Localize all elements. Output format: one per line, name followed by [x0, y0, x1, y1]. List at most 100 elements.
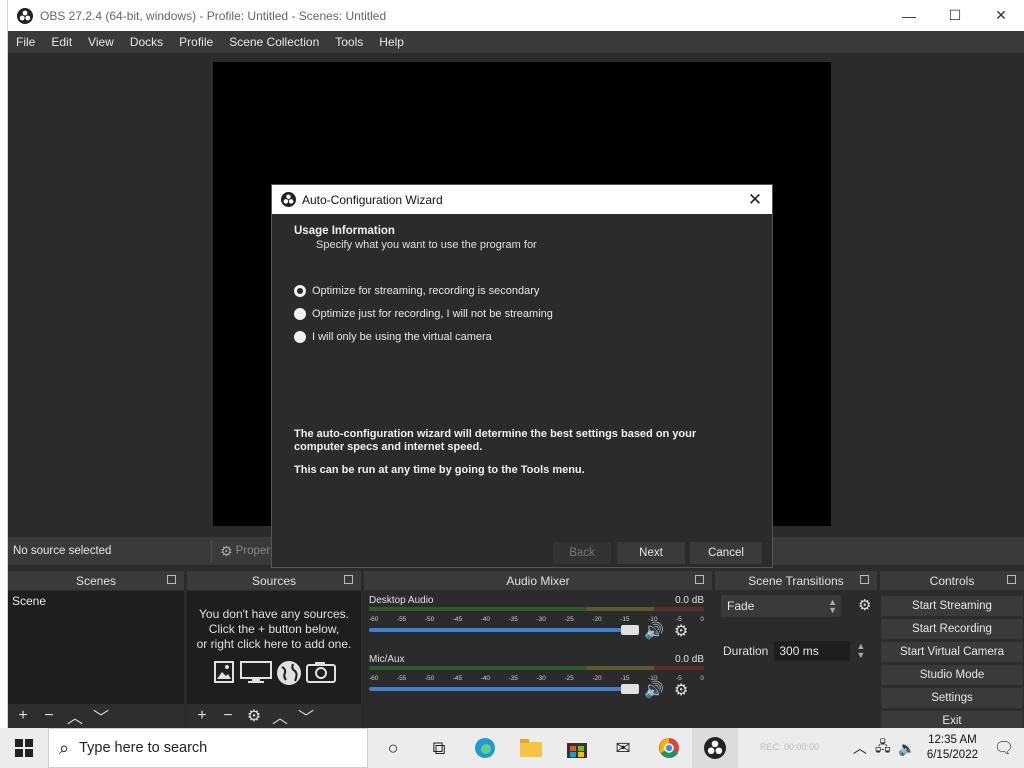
menu-edit[interactable]: Edit [43, 35, 80, 49]
float-dock-icon[interactable] [167, 575, 176, 584]
volume-icon[interactable]: 🔉 [895, 728, 919, 768]
next-button[interactable]: Next [617, 542, 685, 564]
search-placeholder: Type here to search [79, 740, 208, 756]
float-dock-icon[interactable] [860, 575, 869, 584]
add-scene-icon[interactable]: + [14, 707, 32, 725]
menu-help[interactable]: Help [371, 35, 412, 49]
sources-toolbar: + − ⚙ ︿ ﹀ [187, 704, 361, 728]
scene-item[interactable]: Scene [8, 591, 184, 611]
option-virtual-camera[interactable]: I will only be using the virtual camera [294, 331, 492, 343]
globe-icon [277, 661, 301, 685]
obs-taskbar-icon[interactable] [692, 728, 738, 768]
desktop-audio-channel: Desktop Audio 0.0 dB -60 -55 -50 -45 -40 -35-… [369, 595, 704, 649]
duration-input[interactable]: 300 ms [774, 641, 851, 661]
mic-aux-channel: Mic/Aux 0.0 dB -60 -55 -50 -45 -40 -35 -30 -25-… [369, 654, 704, 708]
menu-profile[interactable]: Profile [171, 35, 221, 49]
store-icon[interactable] [554, 728, 600, 768]
no-sources-message: You don't have any sources. Click the + … [187, 591, 361, 686]
windows-taskbar: ⌕ Type here to search ○ ⧉ ✉ REC: 00:00:0… [0, 728, 1024, 768]
audio-mixer-title: Audio Mixer [506, 573, 570, 588]
move-up-icon[interactable]: ︿ [66, 704, 84, 728]
float-dock-icon[interactable] [1007, 575, 1016, 584]
notifications-icon[interactable]: 🗨 [984, 728, 1024, 768]
float-dock-icon[interactable] [344, 575, 353, 584]
start-recording-button[interactable]: Start Recording [881, 619, 1023, 639]
task-view-icon[interactable]: ⧉ [416, 728, 462, 768]
menu-scene-collection[interactable]: Scene Collection [221, 35, 327, 49]
scenes-header: Scenes [8, 571, 184, 590]
volume-slider-handle[interactable] [621, 625, 639, 635]
close-icon[interactable]: ✕ [746, 190, 764, 210]
sources-list[interactable]: You don't have any sources. Click the + … [187, 591, 361, 728]
transition-gear-icon[interactable]: ⚙ [858, 596, 871, 614]
settings-button[interactable]: Settings [881, 688, 1023, 708]
maximize-button[interactable]: ☐ [932, 0, 978, 31]
float-dock-icon[interactable] [695, 575, 704, 584]
sources-header: Sources [187, 571, 361, 590]
back-button[interactable]: Back [553, 542, 611, 564]
scenes-list: Scene + − ︿ ﹀ [8, 591, 184, 728]
duration-spinner-icon[interactable]: ▲ ▼ [856, 642, 865, 660]
usage-heading: Usage Information [294, 225, 395, 237]
source-type-icons [187, 660, 361, 686]
menu-view[interactable]: View [80, 35, 122, 49]
properties-button[interactable]: ⚙ Propert [211, 540, 281, 562]
option-recording[interactable]: Optimize just for recording, I will not … [294, 308, 553, 320]
camera-icon [306, 662, 336, 683]
scene-transitions-body: Fade ▲ ▼ Duration 300 ms ▲ ▼ [715, 591, 877, 728]
minimize-button[interactable]: — [886, 0, 932, 31]
add-source-icon[interactable]: + [193, 707, 211, 725]
remove-source-icon[interactable]: − [219, 707, 237, 725]
start-virtual-camera-button[interactable]: Start Virtual Camera [881, 642, 1023, 662]
network-icon[interactable]: 🖧 [871, 728, 895, 768]
radio-button[interactable] [294, 308, 306, 320]
mail-icon[interactable]: ✉ [600, 728, 646, 768]
gear-icon: ⚙ [220, 542, 233, 559]
edge-icon[interactable] [462, 728, 508, 768]
controls-header: Controls [880, 571, 1024, 590]
file-explorer-icon[interactable] [508, 728, 554, 768]
volume-slider-handle[interactable] [621, 684, 639, 694]
chevron-up-icon[interactable]: ︿ [849, 728, 871, 768]
source-properties-gear-icon[interactable]: ⚙ [245, 706, 263, 726]
no-sources-line-1: You don't have any sources. [199, 607, 349, 621]
menu-tools[interactable]: Tools [327, 35, 371, 49]
system-tray: ︿ 🖧 🔉 12:35 AM 6/15/2022 🗨 [849, 728, 1024, 768]
close-button[interactable]: ✕ [978, 0, 1024, 31]
clock[interactable]: 12:35 AM 6/15/2022 [927, 733, 978, 763]
menu-docks[interactable]: Docks [122, 35, 171, 49]
option-streaming[interactable]: Optimize for streaming, recording is sec… [294, 285, 539, 297]
volume-slider[interactable] [369, 687, 637, 691]
controls-body: Start Streaming Start Recording Start Vi… [880, 591, 1024, 731]
start-streaming-button[interactable]: Start Streaming [881, 596, 1023, 616]
spinner-icon: ▲ ▼ [828, 597, 837, 615]
gear-icon[interactable]: ⚙ [674, 680, 688, 700]
menu-file[interactable]: File [8, 35, 43, 49]
speaker-icon[interactable]: 🔊 [644, 680, 664, 700]
studio-mode-button[interactable]: Studio Mode [881, 665, 1023, 685]
sources-dock: Sources You don't have any sources. Clic… [187, 571, 361, 728]
cortana-icon[interactable]: ○ [370, 728, 416, 768]
info-text-2: This can be run at any time by going to … [294, 464, 585, 476]
clock-date: 6/15/2022 [926, 749, 978, 761]
transition-select[interactable]: Fade ▲ ▼ [721, 595, 841, 617]
volume-slider[interactable] [369, 628, 637, 632]
faint-rec-text: REC: 00:00:00 [760, 742, 820, 752]
radio-button[interactable] [294, 331, 306, 343]
speaker-icon[interactable]: 🔊 [644, 621, 664, 641]
properties-label: Propert [235, 545, 274, 557]
cancel-button[interactable]: Cancel [690, 542, 762, 564]
chrome-icon[interactable] [646, 728, 692, 768]
move-up-icon[interactable]: ︿ [271, 704, 289, 728]
gear-icon[interactable]: ⚙ [674, 621, 688, 641]
title-bar: OBS 27.2.4 (64-bit, windows) - Profile: … [8, 0, 1024, 31]
taskbar-search-box[interactable]: ⌕ Type here to search [48, 728, 368, 768]
transition-selected: Fade [727, 599, 755, 613]
window-title: OBS 27.2.4 (64-bit, windows) - Profile: … [40, 8, 387, 23]
sources-title: Sources [251, 573, 297, 588]
move-down-icon[interactable]: ﹀ [297, 704, 315, 728]
move-down-icon[interactable]: ﹀ [92, 704, 110, 728]
start-button[interactable] [0, 728, 48, 768]
radio-button-checked[interactable] [294, 285, 306, 297]
remove-scene-icon[interactable]: − [40, 707, 58, 725]
